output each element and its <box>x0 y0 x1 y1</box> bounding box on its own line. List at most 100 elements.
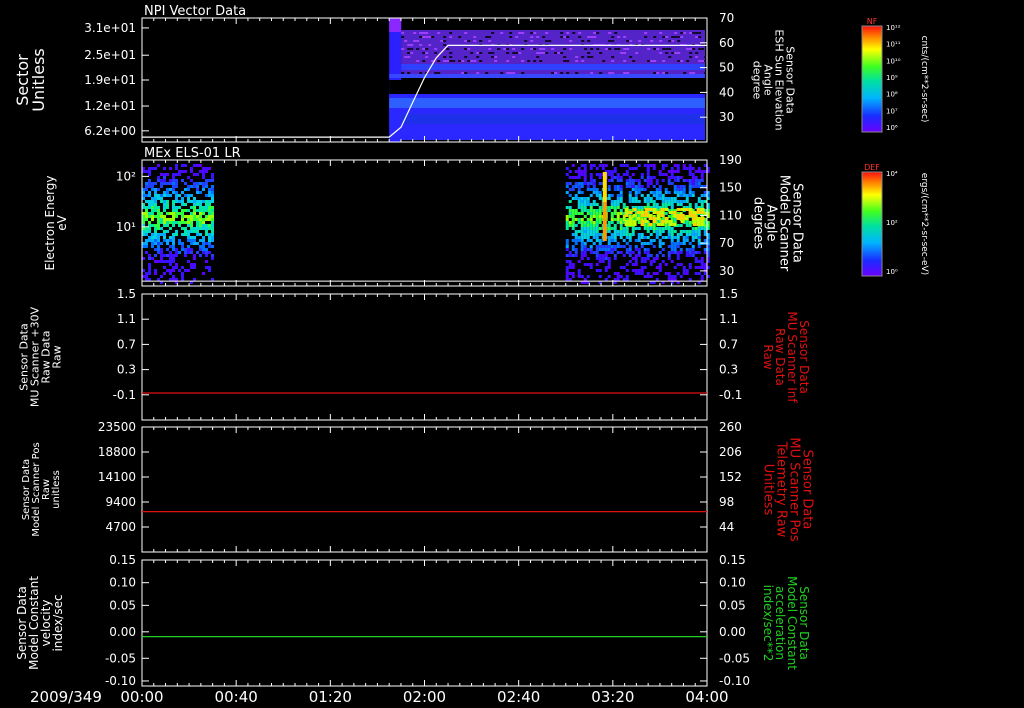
els-cell <box>640 194 644 197</box>
npi-cell <box>431 36 435 38</box>
npi-cell <box>413 32 417 34</box>
els-cell <box>700 263 704 266</box>
els-cell <box>160 182 163 185</box>
npi-cell <box>644 32 648 34</box>
npi-cell <box>419 36 423 38</box>
els-cell <box>646 230 650 233</box>
els-cell <box>625 179 629 182</box>
els-cell <box>157 227 160 230</box>
els-cell <box>602 199 607 202</box>
els-cell <box>211 236 214 239</box>
els-cell <box>151 245 154 248</box>
els-cell <box>184 227 187 230</box>
els-cell <box>565 278 569 281</box>
els-cell <box>148 182 151 185</box>
els-cell <box>205 224 208 227</box>
els-cell <box>148 179 151 182</box>
els-cell <box>670 278 674 281</box>
els-cell <box>574 194 578 197</box>
els-cell <box>667 275 671 278</box>
npi-cell <box>404 40 408 42</box>
els-cell <box>172 182 175 185</box>
els-cell <box>181 221 184 224</box>
els-cell <box>565 167 569 170</box>
els-cell <box>187 233 190 236</box>
els-cell <box>688 251 692 254</box>
els-cell <box>154 167 157 170</box>
els-cell <box>685 200 689 203</box>
npi-cell <box>581 40 585 42</box>
els-cell <box>157 224 160 227</box>
els-cell <box>658 170 662 173</box>
els-cell <box>568 170 572 173</box>
els-cell <box>160 242 163 245</box>
npi-cell <box>575 56 579 58</box>
els-cell <box>163 260 166 263</box>
els-cell <box>667 257 671 260</box>
els-cell <box>634 254 638 257</box>
npi-cell <box>566 32 570 34</box>
els-cell <box>628 239 632 242</box>
els-cell <box>148 254 151 257</box>
els-cell <box>592 188 596 191</box>
els-cell <box>679 203 683 206</box>
npi-cell <box>443 60 447 62</box>
els-cell <box>589 224 593 227</box>
els-cell <box>646 227 650 230</box>
els-cell <box>154 215 157 218</box>
els-cell <box>565 245 569 248</box>
els-cell <box>175 200 178 203</box>
els-cell <box>202 221 205 224</box>
els-cell <box>565 221 569 224</box>
els-cell <box>613 239 617 242</box>
els-cell <box>166 218 169 221</box>
els-cell <box>637 269 641 272</box>
els-cell <box>166 242 169 245</box>
els-cell <box>208 227 211 230</box>
els-cell <box>691 185 695 188</box>
els-cell <box>187 248 190 251</box>
els-cell <box>610 194 614 197</box>
els-cell <box>157 218 160 221</box>
npi-cell <box>500 72 504 74</box>
els-cell <box>643 227 647 230</box>
els-cell <box>628 260 632 263</box>
npi-cell <box>464 40 468 42</box>
npi-cell <box>449 56 453 58</box>
els-cell <box>583 227 587 230</box>
els-cell <box>670 203 674 206</box>
els-cell <box>187 200 190 203</box>
els-cell <box>157 278 160 281</box>
els-cell <box>196 173 199 176</box>
npi-cell <box>449 32 453 34</box>
els-cell <box>202 176 205 179</box>
els-cell <box>688 170 692 173</box>
els-cell <box>148 227 151 230</box>
els-cell <box>154 200 157 203</box>
els-cell <box>598 221 602 224</box>
els-cell <box>679 200 683 203</box>
els-cell <box>568 182 572 185</box>
els-cell <box>607 221 611 224</box>
els-cell <box>595 263 599 266</box>
npi-cell <box>566 36 570 38</box>
els-cell <box>694 179 698 182</box>
npi-cell <box>656 48 660 50</box>
els-cell <box>181 278 184 281</box>
els-cell <box>169 236 172 239</box>
els-cell <box>668 223 673 226</box>
els-cell <box>184 248 187 251</box>
els-cell <box>202 200 205 203</box>
els-cell <box>148 236 151 239</box>
els-cell <box>676 170 680 173</box>
els-cell <box>565 191 569 194</box>
els-cell <box>673 170 677 173</box>
els-cell <box>205 215 208 218</box>
els-cell <box>154 254 157 257</box>
els-cell <box>602 184 607 187</box>
els-cell <box>160 200 163 203</box>
els-cell <box>571 227 575 230</box>
els-cell <box>595 254 599 257</box>
npi-cell <box>647 48 651 50</box>
npi-cell <box>467 60 471 62</box>
